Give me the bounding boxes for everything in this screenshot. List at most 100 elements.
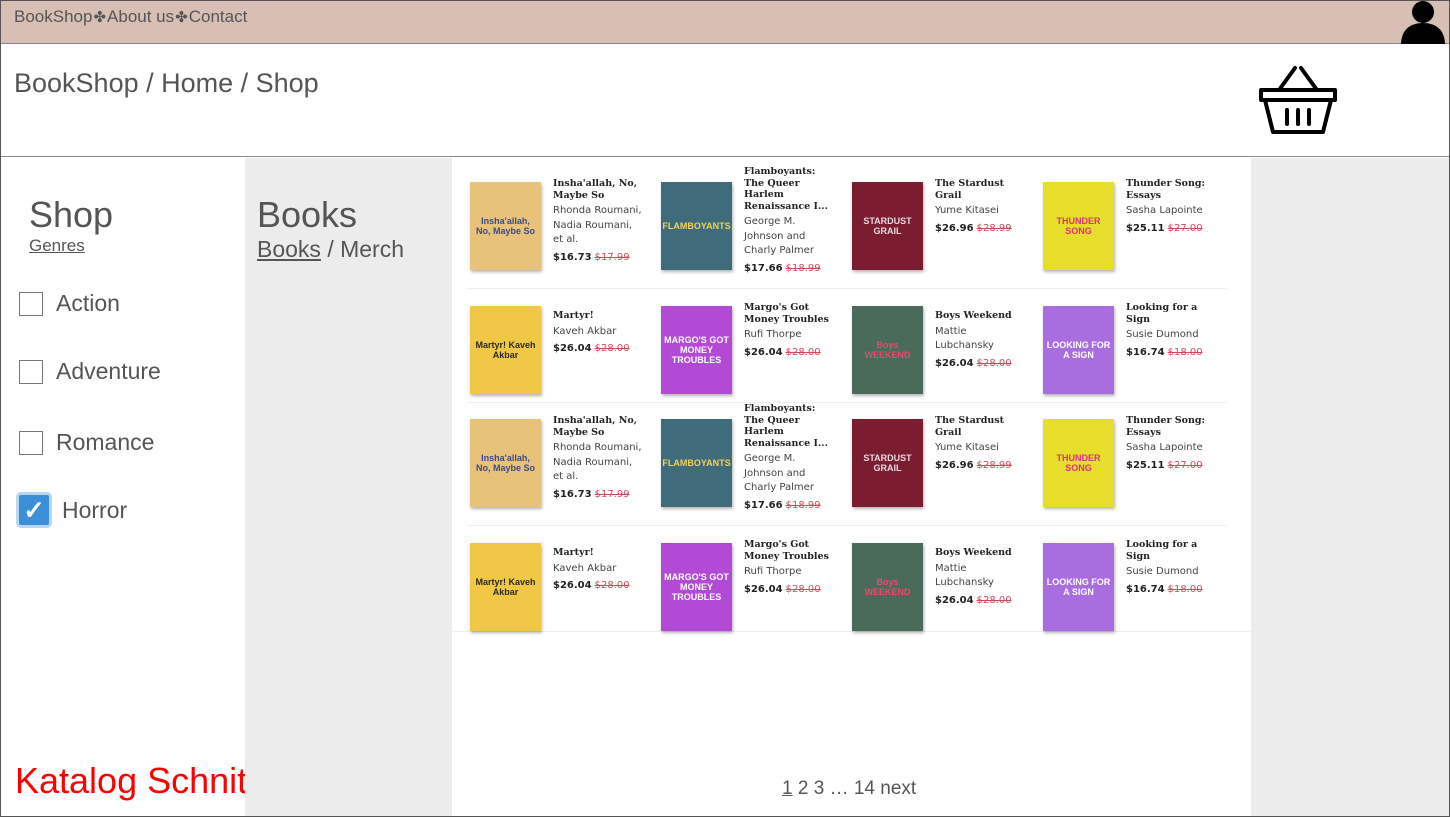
product-author: Sasha Lapointe [1126,205,1203,216]
genre-horror-checkbox[interactable]: ✓ Horror [16,492,128,528]
book-cover-image[interactable]: FLAMBOYANTS [661,182,732,270]
page-2-link[interactable]: 2 [798,778,809,799]
product-card[interactable]: Boys WEEKEND Boys Weekend Mattie Lubchansk… [834,527,1024,645]
product-old-price: $17.99 [594,251,630,263]
category-column: Books Books / Merch [245,158,452,816]
product-price-row: $26.96 $28.99 [935,223,1027,234]
genre-label: Romance [56,429,155,455]
genre-label: Horror [62,496,128,523]
shopping-basket-icon[interactable] [1257,64,1339,136]
product-card[interactable]: LOOKING FOR A SIGN Looking for a Sign Susi… [1025,527,1215,645]
product-price: $26.04 [553,343,592,354]
genres-link[interactable]: Genres [29,236,85,256]
product-card[interactable]: Insha'allah, No, Maybe So Insha'allah, No… [452,166,642,284]
merch-link[interactable]: Merch [340,236,404,262]
category-title: Books [257,194,358,235]
product-card[interactable]: LOOKING FOR A SIGN Looking for a Sign Susi… [1025,290,1215,408]
product-price-row: $25.11 $27.00 [1126,460,1218,471]
product-title[interactable]: Insha'allah, No, Maybe So [553,415,645,438]
product-author: Susie Dumond [1126,566,1199,577]
product-price-row: $26.04 $28.00 [744,347,836,358]
product-price-row: $17.66 $18.99 [744,500,836,511]
product-card[interactable]: Insha'allah, No, Maybe So Insha'allah, No… [452,403,642,521]
product-info: Martyr! Kaveh Akbar $26.04 $28.00 [553,547,645,591]
product-price: $25.11 [1126,222,1165,234]
book-cover-image[interactable]: Martyr! Kaveh Akbar [470,306,541,394]
product-card[interactable]: MARGO'S GOT MONEY TROUBLES Margo's Got Mo… [643,290,833,408]
product-price: $26.04 [553,580,592,591]
book-cover-image[interactable]: Boys WEEKEND [852,306,923,394]
nav-bookshop-link[interactable]: BookShop [14,7,92,27]
product-title[interactable]: Flamboyants: The Queer Harlem Renaissanc… [744,166,836,212]
product-title[interactable]: Martyr! [553,310,645,322]
book-cover-image[interactable]: Insha'allah, No, Maybe So [470,182,541,270]
product-price: $26.04 [744,346,783,358]
book-cover-image[interactable]: THUNDER SONG [1043,419,1114,507]
product-title[interactable]: The Stardust Grail [935,178,1027,201]
product-title[interactable]: Looking for a Sign [1126,539,1218,562]
product-old-price: $28.00 [594,343,630,354]
product-title[interactable]: Looking for a Sign [1126,302,1218,325]
product-card[interactable]: STARDUST GRAIL The Stardust Grail Yume Kit… [834,166,1024,284]
product-info: Insha'allah, No, Maybe So Rhonda Roumani,… [553,178,645,263]
product-price: $26.04 [935,594,974,606]
book-cover-image[interactable]: STARDUST GRAIL [852,419,923,507]
product-card[interactable]: Martyr! Kaveh Akbar Martyr! Kaveh Akbar $26… [452,290,642,408]
product-price-row: $26.04 $28.00 [553,580,645,591]
product-title[interactable]: Boys Weekend [935,310,1027,322]
product-title[interactable]: Martyr! [553,547,645,559]
nav-contact-link[interactable]: Contact [189,7,248,27]
genre-action-checkbox[interactable]: Action [19,290,120,317]
books-link[interactable]: Books [257,236,321,262]
next-page-link[interactable]: next [880,778,916,799]
product-price: $26.04 [935,357,974,369]
product-info: Thunder Song: Essays Sasha Lapointe $25.11… [1126,415,1218,471]
product-price: $16.74 [1126,346,1165,358]
product-old-price: $18.99 [785,499,821,511]
product-old-price: $28.99 [976,459,1012,471]
product-grid: Insha'allah, No, Maybe So Insha'allah, No… [452,158,1251,632]
product-author: Kaveh Akbar [553,325,617,337]
product-card[interactable]: FLAMBOYANTS Flamboyants: The Queer Harlem… [643,166,833,284]
book-cover-image[interactable]: Insha'allah, No, Maybe So [470,419,541,507]
product-old-price: $28.00 [785,346,821,358]
product-price-row: $16.73 $17.99 [553,489,645,500]
product-price-row: $26.04 $28.00 [744,584,836,595]
product-title[interactable]: Boys Weekend [935,547,1027,559]
book-cover-image[interactable]: LOOKING FOR A SIGN [1043,543,1114,631]
product-card[interactable]: Martyr! Kaveh Akbar Martyr! Kaveh Akbar $26… [452,527,642,645]
book-cover-image[interactable]: FLAMBOYANTS [661,419,732,507]
product-old-price: $27.00 [1167,222,1203,234]
page-3-link[interactable]: 3 [814,778,825,799]
product-card[interactable]: Boys WEEKEND Boys Weekend Mattie Lubchansk… [834,290,1024,408]
book-cover-image[interactable]: STARDUST GRAIL [852,182,923,270]
nav-about-link[interactable]: About us [107,7,174,27]
product-card[interactable]: THUNDER SONG Thunder Song: Essays Sasha La… [1025,403,1215,521]
product-price: $26.04 [744,583,783,595]
product-price-row: $16.74 $18.00 [1126,584,1218,595]
genre-romance-checkbox[interactable]: Romance [19,429,154,456]
book-cover-image[interactable]: LOOKING FOR A SIGN [1043,306,1114,394]
product-title[interactable]: Margo's Got Money Troubles [744,302,836,325]
product-title[interactable]: Insha'allah, No, Maybe So [553,178,645,201]
product-title[interactable]: The Stardust Grail [935,415,1027,438]
genre-adventure-checkbox[interactable]: Adventure [19,358,161,385]
book-cover-image[interactable]: THUNDER SONG [1043,182,1114,270]
book-cover-image[interactable]: Boys WEEKEND [852,543,923,631]
product-card[interactable]: FLAMBOYANTS Flamboyants: The Queer Harlem… [643,403,833,521]
book-cover-image[interactable]: MARGO'S GOT MONEY TROUBLES [661,306,732,394]
page-1-link[interactable]: 1 [782,778,793,799]
product-title[interactable]: Thunder Song: Essays [1126,415,1218,438]
product-card[interactable]: STARDUST GRAIL The Stardust Grail Yume Kit… [834,403,1024,521]
product-title[interactable]: Flamboyants: The Queer Harlem Renaissanc… [744,403,836,449]
product-author: Kaveh Akbar [553,562,617,574]
book-cover-image[interactable]: MARGO'S GOT MONEY TROUBLES [661,543,732,631]
page-14-link[interactable]: 14 [854,778,875,799]
product-card[interactable]: MARGO'S GOT MONEY TROUBLES Margo's Got Mo… [643,527,833,645]
product-title[interactable]: Margo's Got Money Troubles [744,539,836,562]
genre-label: Action [56,290,120,316]
user-avatar-icon[interactable] [1399,0,1447,45]
book-cover-image[interactable]: Martyr! Kaveh Akbar [470,543,541,631]
product-card[interactable]: THUNDER SONG Thunder Song: Essays Sasha La… [1025,166,1215,284]
product-title[interactable]: Thunder Song: Essays [1126,178,1218,201]
